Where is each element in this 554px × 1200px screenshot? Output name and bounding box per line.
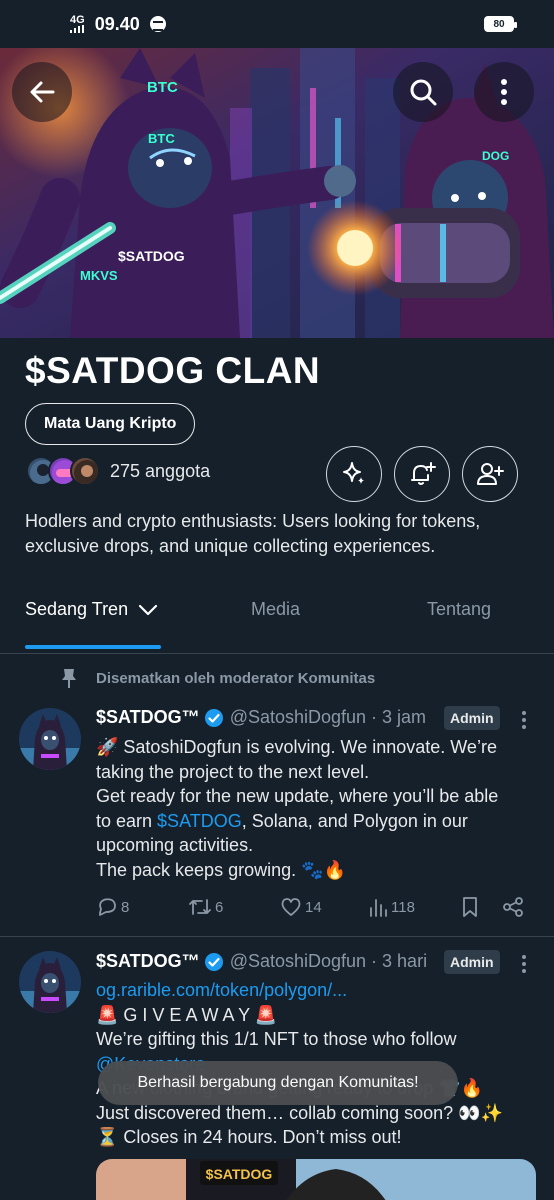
post-line: taking the project to the next level. [96, 761, 370, 782]
bell-plus-icon [411, 462, 436, 485]
network-type: 4G [70, 14, 85, 26]
admin-badge: Admin [444, 706, 500, 730]
arrow-left-icon [30, 81, 55, 103]
members-summary[interactable]: 275 anggota [26, 456, 210, 486]
banner-right-badge: DOG [482, 149, 509, 163]
more-options-button[interactable] [474, 62, 534, 122]
reply-button[interactable]: 8 [96, 896, 129, 918]
add-user-icon [477, 463, 504, 485]
author-name[interactable]: $SATDOG™ [96, 951, 200, 972]
like-button[interactable]: 14 [280, 896, 322, 918]
post-text: 🚀 SatoshiDogfun is evolving. We innovate… [96, 735, 536, 882]
post-line: upcoming activities. [96, 835, 254, 855]
banner-shirt-text: $SATDOG [118, 248, 185, 264]
back-button[interactable] [12, 62, 72, 122]
post-line: to earn $SATDOG, Solana, and Polygon in … [96, 809, 536, 834]
reply-count: 8 [121, 898, 130, 916]
avatar[interactable] [19, 951, 81, 1013]
network-indicator: 4G [70, 15, 85, 33]
share-icon [503, 897, 523, 917]
like-count: 14 [305, 898, 322, 916]
status-bar: 4G 09.40 80 [0, 0, 554, 48]
post-header: $SATDOG™ @SatoshiDogfun · 3 jam [96, 707, 426, 728]
repost-icon [189, 899, 211, 915]
media-caption: $SATDOG [206, 1166, 273, 1182]
post-line: 🚀 SatoshiDogfun is evolving. We innovate… [96, 737, 497, 757]
pinned-label: Disematkan oleh moderator Komunitas [60, 667, 375, 689]
bookmark-button[interactable] [460, 896, 480, 918]
tab-media[interactable]: Media [251, 599, 300, 620]
post-line: ⏳ Closes in 24 hours. Don’t miss out! [96, 1127, 402, 1147]
spotify-icon [149, 16, 166, 32]
repost-button[interactable]: 6 [188, 896, 223, 918]
community-description: Hodlers and crypto enthusiasts: Users lo… [25, 511, 481, 556]
post-line: The pack keeps growing. 🐾🔥 [96, 859, 346, 880]
community-banner: BTC BTC $SATDOG MKVS DOG [0, 48, 554, 338]
tab-trending[interactable]: Sedang Tren [25, 599, 158, 620]
tab-about[interactable]: Tentang [427, 599, 491, 620]
notification-button[interactable] [394, 446, 450, 502]
tab-bar: Sedang Tren Media Tentang [0, 566, 554, 654]
clock: 09.40 [94, 13, 140, 34]
member-count: 275 anggota [110, 460, 211, 481]
analytics-icon [370, 899, 387, 917]
community-title: $SATDOG CLAN [25, 350, 321, 391]
post-divider [0, 936, 554, 937]
cashtag-link[interactable]: $SATDOG [157, 811, 242, 831]
active-tab-indicator [25, 645, 161, 649]
author-handle[interactable]: @SatoshiDogfun · 3 jam [230, 707, 426, 728]
pinned-text: Disematkan oleh moderator Komunitas [96, 669, 376, 687]
tab-trending-label: Sedang Tren [25, 599, 129, 619]
post-more-button[interactable] [516, 711, 532, 729]
signal-icon [70, 25, 85, 33]
share-button[interactable] [502, 896, 524, 918]
post-line: Get ready for the new update, where you’… [96, 786, 499, 806]
post-line: We’re gifting this 1/1 NFT to those who … [96, 1029, 457, 1049]
avatar[interactable] [19, 708, 81, 770]
banner-sleeve-tag: MKVS [80, 268, 118, 283]
more-vertical-icon [501, 79, 507, 105]
battery-level: 80 [493, 18, 505, 30]
external-link[interactable]: og.rarible.com/token/polygon/... [96, 978, 536, 1003]
post-actions: 8 6 14 118 [96, 896, 536, 922]
pin-icon [62, 669, 76, 688]
member-avatar [70, 456, 100, 486]
sparkle-button[interactable] [326, 446, 382, 502]
chevron-down-icon [138, 604, 158, 615]
post-header: $SATDOG™ @SatoshiDogfun · 3 hari [96, 951, 427, 972]
bookmark-icon [463, 897, 477, 917]
post-line-text: , Solana, and Polygon in our [241, 810, 468, 831]
battery-icon: 80 [484, 16, 517, 32]
verified-badge-icon [204, 952, 223, 971]
repost-count: 6 [215, 898, 224, 916]
search-button[interactable] [393, 62, 453, 122]
author-handle[interactable]: @SatoshiDogfun · 3 hari [230, 951, 427, 972]
admin-badge: Admin [444, 950, 500, 974]
post-line-text: to earn [96, 810, 158, 831]
heart-icon [281, 898, 301, 916]
author-name[interactable]: $SATDOG™ [96, 707, 200, 728]
reply-icon [99, 898, 116, 916]
banner-btc-tag: BTC [147, 79, 178, 96]
sparkle-icon [343, 462, 364, 484]
join-community-button[interactable] [462, 446, 518, 502]
join-success-toast: Berhasil bergabung dengan Komunitas! [98, 1061, 458, 1105]
search-icon [410, 79, 437, 106]
category-chip[interactable]: Mata Uang Kripto [25, 403, 196, 445]
banner-artwork: BTC BTC $SATDOG MKVS DOG [0, 48, 554, 338]
post-line: 🚨 G I V E A W A Y 🚨 [96, 1004, 278, 1025]
views-button[interactable]: 118 [368, 896, 415, 918]
view-count: 118 [391, 898, 415, 916]
banner-hood-badge: BTC [148, 131, 175, 146]
post-media[interactable]: $SATDOG [96, 1159, 536, 1200]
post-more-button[interactable] [516, 955, 532, 973]
verified-badge-icon [204, 708, 223, 727]
